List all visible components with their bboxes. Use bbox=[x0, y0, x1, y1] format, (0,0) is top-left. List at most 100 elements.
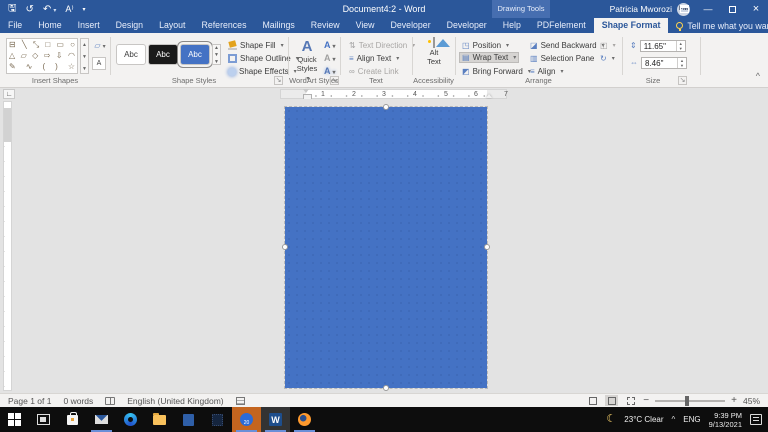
freeform-shape-icon[interactable]: ✎ bbox=[9, 62, 16, 72]
size-dialog-launcher-icon[interactable]: ↘ bbox=[678, 76, 687, 85]
width-spin-down-icon[interactable]: ▼ bbox=[678, 63, 686, 68]
shape-handle-left[interactable] bbox=[282, 244, 288, 250]
action-center-icon[interactable] bbox=[750, 414, 762, 425]
shape-style-blue-thumb-selected[interactable]: Abc bbox=[180, 44, 210, 65]
zoom-in-button[interactable]: + bbox=[731, 395, 737, 406]
shape-height-value[interactable]: 11.65" bbox=[641, 42, 676, 51]
tab-file[interactable]: File bbox=[0, 18, 30, 33]
tab-view[interactable]: View bbox=[348, 18, 383, 33]
star-shape-icon[interactable]: ☆ bbox=[68, 62, 75, 72]
shape-width-field[interactable]: 8.46" ▲▼ bbox=[641, 57, 687, 69]
zoom-slider-thumb[interactable] bbox=[685, 396, 689, 406]
restore-button[interactable] bbox=[720, 0, 744, 18]
tab-review[interactable]: Review bbox=[303, 18, 348, 33]
curve-shape-icon[interactable]: ∿ bbox=[26, 62, 33, 72]
tab-insert[interactable]: Insert bbox=[70, 18, 108, 33]
tab-layout[interactable]: Layout bbox=[151, 18, 193, 33]
page-indicator[interactable]: Page 1 of 1 bbox=[8, 396, 51, 406]
read-mode-button[interactable] bbox=[586, 395, 599, 406]
web-layout-button[interactable] bbox=[624, 395, 637, 406]
parallelogram-shape-icon[interactable]: ▱ bbox=[21, 51, 27, 61]
active-app-button[interactable]: 20 bbox=[232, 407, 261, 432]
line-shape-icon[interactable]: ╲ bbox=[22, 40, 27, 50]
arrow-right-shape-icon[interactable]: ⇨ bbox=[44, 51, 51, 61]
tab-developer-2[interactable]: Developer bbox=[439, 18, 495, 33]
gallery-more-icon[interactable]: ▼ bbox=[81, 63, 88, 75]
tab-shape-format[interactable]: Shape Format bbox=[594, 18, 669, 33]
shape-style-black-thumb[interactable]: Abc bbox=[148, 44, 178, 65]
styles-scroll-down-icon[interactable]: ▼ bbox=[213, 52, 220, 59]
tray-overflow-icon[interactable]: ^ bbox=[672, 415, 676, 424]
rounded-rectangle-shape-icon[interactable]: ▭ bbox=[56, 40, 64, 50]
gallery-scroll-up-icon[interactable]: ▲ bbox=[81, 39, 88, 51]
tab-mailings[interactable]: Mailings bbox=[254, 18, 302, 33]
shape-styles-dialog-launcher-icon[interactable]: ↘ bbox=[274, 76, 283, 85]
proofing-icon[interactable] bbox=[105, 397, 115, 405]
firefox-button[interactable] bbox=[290, 407, 319, 432]
document-canvas[interactable] bbox=[0, 99, 768, 393]
ribbon-display-options-button[interactable] bbox=[672, 0, 696, 18]
styles-scroll-up-icon[interactable]: ▲ bbox=[213, 45, 220, 52]
height-spin-down-icon[interactable]: ▼ bbox=[677, 46, 685, 51]
selection-pane-button[interactable]: ▥ Selection Pane bbox=[528, 53, 596, 64]
weather-status[interactable]: 23°C Clear bbox=[624, 415, 663, 424]
shape-height-field[interactable]: 11.65" ▲▼ bbox=[640, 40, 686, 52]
selected-rectangle-shape[interactable] bbox=[285, 107, 487, 388]
tab-help[interactable]: Help bbox=[495, 18, 529, 33]
arrow-down-shape-icon[interactable]: ⇩ bbox=[56, 51, 63, 61]
horizontal-ruler[interactable]: 1 2 3 4 5 6 7 bbox=[280, 89, 507, 99]
height-spinner[interactable]: ▲▼ bbox=[676, 41, 685, 51]
collapse-ribbon-icon[interactable]: ^ bbox=[756, 71, 760, 81]
draw-text-box-button[interactable]: A bbox=[92, 57, 106, 70]
word-count[interactable]: 0 words bbox=[63, 396, 93, 406]
align-text-button[interactable]: ≡ Align Text▾ bbox=[347, 53, 401, 64]
text-fill-button[interactable]: A▾ bbox=[324, 40, 338, 50]
shape-handle-right[interactable] bbox=[484, 244, 490, 250]
oval-shape-icon[interactable]: ○ bbox=[70, 40, 75, 50]
tab-pdfelement[interactable]: PDFelement bbox=[529, 18, 594, 33]
arrow-line-shape-icon[interactable]: ⤡ bbox=[33, 40, 39, 50]
shape-width-value[interactable]: 8.46" bbox=[642, 59, 677, 68]
shape-fill-button[interactable]: Shape Fill▾ bbox=[226, 40, 286, 51]
tab-design[interactable]: Design bbox=[108, 18, 151, 33]
rotate-objects-button[interactable]: ↻▾ bbox=[598, 53, 617, 64]
tab-developer-1[interactable]: Developer bbox=[383, 18, 439, 33]
shape-styles-gallery-scrollbar[interactable]: ▲ ▼ ▼ bbox=[212, 44, 221, 65]
position-button[interactable]: ◳ Position▾ bbox=[460, 40, 511, 51]
input-language[interactable]: ENG bbox=[683, 415, 700, 424]
wrap-text-button[interactable]: ▤ Wrap Text▾ bbox=[459, 52, 519, 63]
print-layout-button[interactable] bbox=[605, 395, 618, 406]
pinned-app-button[interactable] bbox=[203, 407, 232, 432]
shape-style-outline-thumb[interactable]: Abc bbox=[116, 44, 146, 65]
rectangle-shape-icon[interactable]: □ bbox=[45, 40, 50, 50]
right-indent-marker[interactable] bbox=[486, 94, 492, 98]
file-explorer-button[interactable] bbox=[145, 407, 174, 432]
start-button[interactable] bbox=[0, 407, 29, 432]
triangle-shape-icon[interactable]: △ bbox=[9, 51, 15, 61]
group-objects-button[interactable]: ◫▾ bbox=[598, 40, 618, 51]
diamond-shape-icon[interactable]: ◇ bbox=[32, 51, 38, 61]
gallery-scroll-down-icon[interactable]: ▼ bbox=[81, 51, 88, 63]
text-direction-button[interactable]: ⇅ Text Direction▾ bbox=[347, 40, 417, 51]
tab-references[interactable]: References bbox=[193, 18, 254, 33]
wordart-dialog-launcher-icon[interactable]: ↘ bbox=[330, 76, 339, 85]
shape-handle-top[interactable] bbox=[383, 104, 389, 110]
shape-outline-button[interactable]: Shape Outline▾ bbox=[226, 53, 301, 64]
language-indicator[interactable]: English (United Kingdom) bbox=[127, 396, 223, 406]
vertical-ruler[interactable] bbox=[3, 101, 12, 391]
zoom-out-button[interactable]: − bbox=[643, 395, 649, 406]
shape-handle-bottom[interactable] bbox=[383, 385, 389, 391]
tell-me-box[interactable]: Tell me what you want to do bbox=[668, 18, 768, 33]
tab-home[interactable]: Home bbox=[30, 18, 69, 33]
text-outline-button[interactable]: A▾ bbox=[324, 53, 338, 63]
shapes-gallery-scrollbar[interactable]: ▲ ▼ ▼ bbox=[80, 38, 89, 74]
task-view-button[interactable] bbox=[29, 407, 58, 432]
clock[interactable]: 9:39 PM 9/13/2021 bbox=[709, 411, 742, 429]
edit-shape-button[interactable]: ▱▾ bbox=[92, 39, 108, 52]
edge-browser-button[interactable] bbox=[116, 407, 145, 432]
weather-moon-icon[interactable]: ☾ bbox=[606, 414, 616, 425]
minimize-button[interactable]: — bbox=[696, 0, 720, 18]
insert-shapes-gallery[interactable]: ⊟╲⤡□▭○ △▱◇⇨⇩◠ ✎∿()☆ bbox=[6, 38, 78, 74]
mail-button[interactable] bbox=[87, 407, 116, 432]
textbox-shape-icon[interactable]: ⊟ bbox=[9, 40, 16, 50]
